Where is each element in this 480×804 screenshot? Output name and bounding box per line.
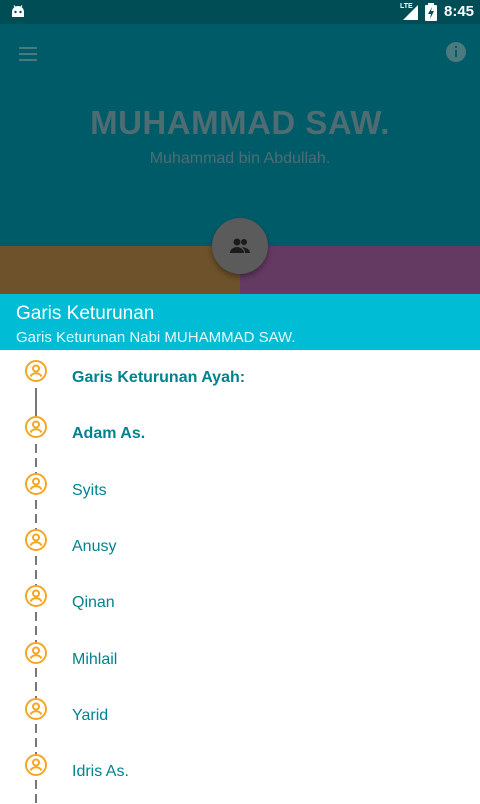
color-strip-right (240, 246, 480, 294)
battery-charging-icon (425, 3, 437, 21)
hamburger-menu-icon[interactable] (16, 42, 40, 66)
people-icon (230, 238, 250, 253)
section-title: Garis Keturunan (16, 303, 155, 324)
lineage-item-label: Syits (72, 481, 107, 499)
person-node-icon (24, 641, 48, 665)
lineage-item-label: Adam As. (72, 425, 146, 443)
lineage-item[interactable]: Garis Keturunan Ayah: (0, 354, 480, 410)
person-node-icon (24, 584, 48, 608)
lineage-item[interactable]: Mihlail (0, 636, 480, 692)
person-node-icon (24, 528, 48, 552)
status-time: 8:45 (444, 3, 475, 20)
info-icon[interactable] (444, 40, 468, 64)
lineage-item[interactable]: Adam As. (0, 410, 480, 466)
person-node-icon (24, 415, 48, 439)
lineage-item[interactable]: Qinan (0, 579, 480, 635)
lineage-item-label: Garis Keturunan Ayah: (72, 369, 246, 386)
lineage-item[interactable]: Idris As. (0, 748, 480, 804)
lineage-item-label: Mihlail (72, 650, 118, 668)
color-strip-left (0, 246, 240, 294)
section-header: Garis Keturunan Garis Keturunan Nabi MUH… (0, 294, 480, 350)
person-node-icon (24, 359, 48, 383)
android-icon (12, 5, 24, 17)
status-bar: LTE 8:45 (0, 0, 480, 24)
lineage-item-label: Qinan (72, 594, 115, 612)
page-subtitle: Muhammad bin Abdullah. (149, 150, 331, 167)
lineage-item[interactable]: Yarid (0, 692, 480, 748)
lineage-item-label: Anusy (72, 537, 117, 555)
lineage-item-label: Yarid (72, 706, 109, 724)
lte-signal-icon: LTE (400, 3, 420, 21)
person-node-icon (24, 753, 48, 777)
network-label: LTE (400, 3, 413, 10)
section-subtitle: Garis Keturunan Nabi MUHAMMAD SAW. (16, 329, 296, 346)
lineage-item-label: Idris As. (72, 763, 129, 781)
people-fab-button[interactable] (212, 218, 268, 274)
page-title: MUHAMMAD SAW. (90, 104, 390, 141)
person-node-icon (24, 472, 48, 496)
lineage-item[interactable]: Anusy (0, 523, 480, 579)
app-bar: MUHAMMAD SAW. Muhammad bin Abdullah. (0, 24, 480, 246)
lineage-item[interactable]: Syits (0, 467, 480, 523)
lineage-timeline: Garis Keturunan Ayah: Adam As. Syits Anusy Q… (0, 350, 480, 804)
person-node-icon (24, 697, 48, 721)
